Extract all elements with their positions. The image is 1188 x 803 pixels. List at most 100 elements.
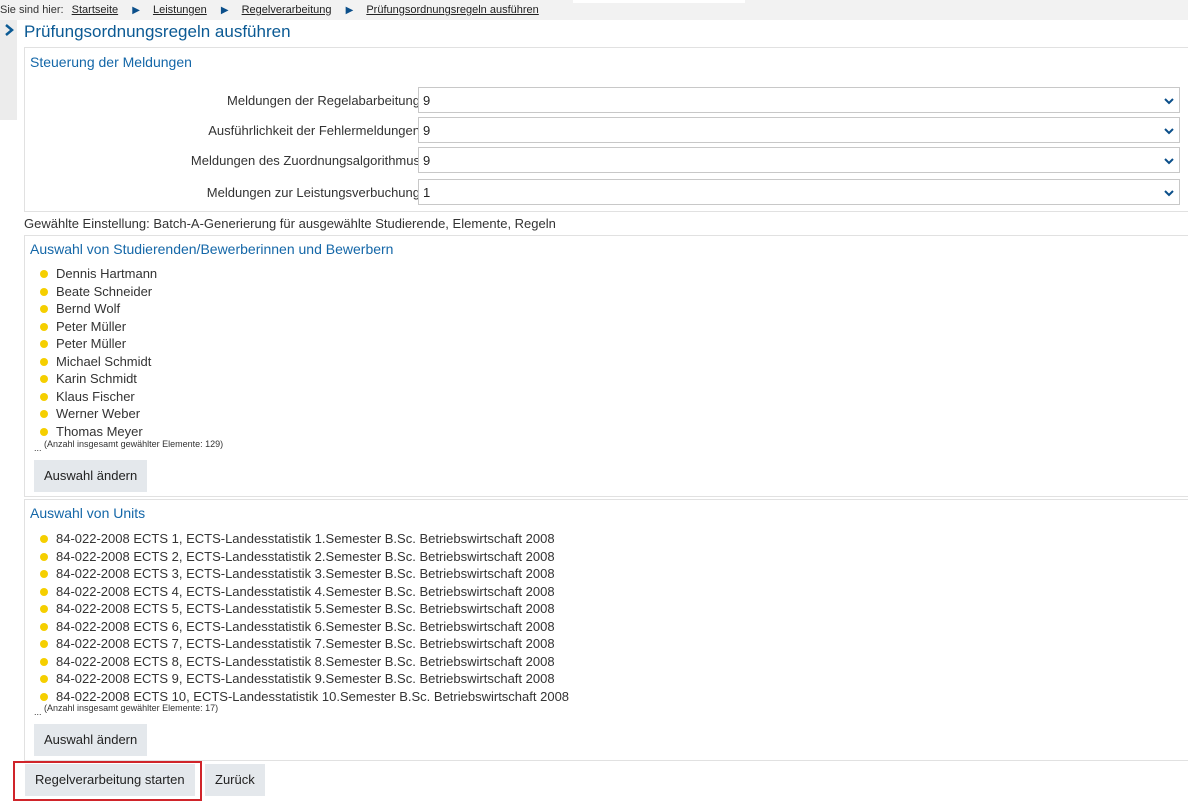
bullet-icon [40,375,48,383]
student-name: Klaus Fischer [56,388,135,404]
bullet-icon [40,340,48,348]
breadcrumb: Sie sind hier: Startseite ▶ Leistungen ▶… [0,0,1188,20]
breadcrumb-prefix: Sie sind hier: [0,4,64,16]
list-item: 84-022-2008 ECTS 4, ECTS-Landesstatistik… [40,583,569,601]
list-item: 84-022-2008 ECTS 8, ECTS-Landesstatistik… [40,653,569,671]
bullet-icon [40,287,48,296]
bullet-icon [40,535,48,543]
bullet-icon [40,675,48,683]
student-name: Bernd Wolf [56,301,121,316]
steuerung-title: Steuerung der Meldungen [30,54,192,70]
bullet-icon [40,605,48,613]
unit-name: 84-022-2008 ECTS 3, ECTS-Landesstatistik… [56,566,555,581]
chevron-right-icon: ▶ [345,5,354,16]
field-label-regelabarbeitung: Meldungen der Regelabarbeitung [227,93,420,108]
page-title: Prüfungsordnungsregeln ausführen [24,22,291,41]
field-label-fehlermeldungen: Ausführlichkeit der Fehlermeldungen [208,123,420,138]
chevron-down-icon [1164,158,1174,165]
unit-list: 84-022-2008 ECTS 1, ECTS-Landesstatistik… [40,530,569,705]
unit-name: 84-022-2008 ECTS 7, ECTS-Landesstatistik… [56,636,555,651]
expand-chevron-icon[interactable] [3,23,15,37]
list-item: 84-022-2008 ECTS 6, ECTS-Landesstatistik… [40,618,569,636]
list-item: Dennis Hartmann [40,265,157,283]
list-item: 84-022-2008 ECTS 3, ECTS-Landesstatistik… [40,565,569,583]
list-item: 84-022-2008 ECTS 5, ECTS-Landesstatistik… [40,600,569,618]
steuerung-panel: Steuerung der Meldungen Meldungen der Re… [24,47,1188,212]
chevron-down-icon [1164,190,1174,197]
select-value: 9 [423,123,431,138]
list-item: Karin Schmidt [40,370,157,388]
field-label-leistungsverbuchung: Meldungen zur Leistungsverbuchung [206,185,420,200]
breadcrumb-link-leistungen[interactable]: Leistungen [153,4,207,16]
student-name: Michael Schmidt [56,353,152,369]
breadcrumb-link-startseite[interactable]: Startseite [72,4,118,16]
list-item: Werner Weber [40,405,157,423]
list-item: 84-022-2008 ECTS 2, ECTS-Landesstatistik… [40,548,569,566]
student-name: Peter Müller [56,336,127,351]
student-name: Dennis Hartmann [56,266,158,281]
list-item: Michael Schmidt [40,353,157,371]
breadcrumb-link-regelverarbeitung[interactable]: Regelverarbeitung [242,4,332,16]
selected-setting-text: Gewählte Einstellung: Batch-A-Generierun… [24,216,556,231]
bullet-icon [40,427,48,436]
ellipsis: ... [34,707,42,717]
select-regelabarbeitung[interactable]: 9 [418,87,1180,113]
students-title: Auswahl von Studierenden/Bewerberinnen u… [30,241,394,257]
bullet-icon [40,587,48,596]
list-item: Peter Müller [40,335,157,353]
select-value: 1 [423,185,431,200]
unit-name: 84-022-2008 ECTS 4, ECTS-Landesstatistik… [56,583,555,599]
units-title: Auswahl von Units [30,505,146,521]
select-value: 9 [423,153,431,168]
unit-name: 84-022-2008 ECTS 2, ECTS-Landesstatistik… [56,548,555,564]
student-name: Beate Schneider [56,283,153,299]
bullet-icon [40,622,48,631]
students-panel: Auswahl von Studierenden/Bewerberinnen u… [24,235,1188,497]
change-student-selection-button[interactable]: Auswahl ändern [34,460,148,492]
unit-name: 84-022-2008 ECTS 10, ECTS-Landesstatisti… [56,688,570,704]
chevron-right-icon: ▶ [220,5,229,16]
list-item: Bernd Wolf [40,300,157,318]
student-name: Karin Schmidt [56,371,137,386]
count-note: (Anzahl insgesamt gewählter Elemente: 12… [44,439,224,449]
back-button[interactable]: Zurück [205,764,265,796]
count-note: (Anzahl insgesamt gewählter Elemente: 17… [44,703,219,713]
bullet-icon [40,570,48,578]
list-item: Thomas Meyer [40,423,157,441]
select-zuordnungsalgorithmus[interactable]: 9 [418,147,1180,173]
select-leistungsverbuchung[interactable]: 1 [418,179,1180,205]
student-name: Werner Weber [56,406,141,421]
bullet-icon [40,357,48,366]
list-item: 84-022-2008 ECTS 9, ECTS-Landesstatistik… [40,670,569,688]
student-count-note: ... (Anzahl insgesamt gewählter Elemente… [34,439,223,453]
select-value: 9 [423,93,431,108]
bullet-icon [40,657,48,666]
select-fehlermeldungen[interactable]: 9 [418,117,1180,143]
units-panel: Auswahl von Units 84-022-2008 ECTS 1, EC… [24,499,1188,761]
bullet-icon [40,322,48,331]
field-label-zuordnungsalgorithmus: Meldungen des Zuordnungsalgorithmus [190,153,420,168]
unit-name: 84-022-2008 ECTS 5, ECTS-Landesstatistik… [56,601,555,616]
chevron-down-icon [1164,98,1174,105]
bullet-icon [40,305,48,313]
bullet-icon [40,692,48,701]
list-item: Beate Schneider [40,283,157,301]
bullet-icon [40,640,48,648]
start-rule-processing-button[interactable]: Regelverarbeitung starten [25,764,195,796]
unit-name: 84-022-2008 ECTS 6, ECTS-Landesstatistik… [56,618,555,634]
list-item: 84-022-2008 ECTS 7, ECTS-Landesstatistik… [40,635,569,653]
chevron-down-icon [1164,128,1174,135]
bullet-icon [40,410,48,418]
chevron-right-icon: ▶ [132,5,140,16]
topbar-gap [573,0,745,3]
unit-name: 84-022-2008 ECTS 8, ECTS-Landesstatistik… [56,653,555,669]
bullet-icon [40,270,48,278]
change-unit-selection-button[interactable]: Auswahl ändern [34,724,148,756]
bullet-icon [40,552,48,561]
breadcrumb-link-current[interactable]: Prüfungsordnungsregeln ausführen [366,4,538,16]
unit-name: 84-022-2008 ECTS 1, ECTS-Landesstatistik… [56,531,555,546]
collapsed-navigation[interactable] [0,20,17,120]
ellipsis: ... [34,443,42,453]
list-item: Klaus Fischer [40,388,157,406]
student-name: Peter Müller [56,318,127,334]
